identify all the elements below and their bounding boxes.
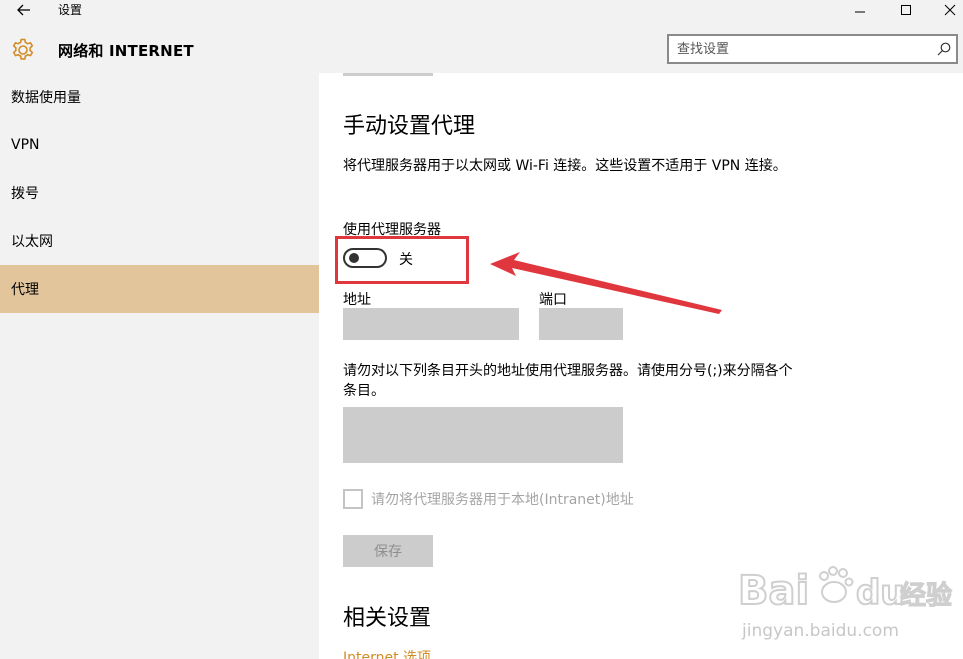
save-button[interactable]: 保存 bbox=[343, 535, 433, 567]
local-bypass-checkbox[interactable] bbox=[343, 489, 363, 509]
maximize-button[interactable] bbox=[886, 0, 926, 20]
sidebar: 数据使用量 VPN 拨号 以太网 代理 bbox=[0, 73, 319, 659]
sidebar-item-vpn[interactable]: VPN bbox=[0, 121, 319, 169]
close-button[interactable] bbox=[930, 0, 963, 20]
exceptions-description: 请勿对以下列条目开头的地址使用代理服务器。请使用分号(;)来分隔各个条目。 bbox=[343, 363, 793, 399]
watermark-brand: Bai bbox=[738, 568, 809, 614]
back-arrow-icon bbox=[17, 4, 30, 16]
watermark-product: 经验 bbox=[900, 581, 952, 611]
local-bypass-label: 请勿将代理服务器用于本地(Intranet)地址 bbox=[371, 492, 634, 508]
baidu-watermark-logo: Bai du 经验 jingyan.baidu.com bbox=[738, 566, 953, 641]
manual-proxy-heading: 手动设置代理 bbox=[343, 114, 476, 139]
close-icon bbox=[944, 4, 956, 16]
section-title: 网络和 INTERNET bbox=[58, 42, 194, 60]
search-icon[interactable] bbox=[936, 41, 952, 57]
proxy-description: 将代理服务器用于以太网或 Wi-Fi 连接。这些设置不适用于 VPN 连接。 bbox=[343, 158, 787, 174]
sidebar-item-label: 数据使用量 bbox=[11, 90, 81, 106]
search-box[interactable] bbox=[667, 34, 958, 64]
gear-icon bbox=[12, 38, 34, 60]
scrolled-button-edge bbox=[343, 73, 433, 76]
minimize-icon bbox=[855, 11, 865, 13]
internet-options-link[interactable]: Internet 选项 bbox=[343, 647, 431, 659]
annotation-arrow-icon bbox=[490, 252, 722, 314]
sidebar-item-label: 代理 bbox=[11, 282, 39, 298]
sidebar-item-dialup[interactable]: 拨号 bbox=[0, 169, 319, 217]
window-title: 设置 bbox=[58, 3, 83, 17]
address-label: 地址 bbox=[343, 292, 371, 308]
back-button[interactable] bbox=[14, 0, 34, 20]
maximize-icon bbox=[901, 5, 911, 15]
settings-header: 网络和 INTERNET bbox=[0, 20, 963, 73]
search-input[interactable] bbox=[677, 40, 927, 58]
sidebar-item-label: 拨号 bbox=[11, 186, 39, 202]
title-bar: 设置 bbox=[0, 0, 963, 20]
sidebar-item-label: 以太网 bbox=[11, 234, 53, 250]
minimize-button[interactable] bbox=[840, 0, 880, 20]
related-settings-heading: 相关设置 bbox=[343, 606, 432, 631]
sidebar-item-data-usage[interactable]: 数据使用量 bbox=[0, 73, 319, 121]
sidebar-item-ethernet[interactable]: 以太网 bbox=[0, 217, 319, 265]
watermark-url: jingyan.baidu.com bbox=[741, 621, 899, 641]
sidebar-item-proxy[interactable]: 代理 bbox=[0, 265, 319, 313]
watermark-brand-suffix: du bbox=[856, 573, 905, 613]
exceptions-field[interactable] bbox=[343, 407, 623, 463]
sidebar-item-label: VPN bbox=[11, 137, 40, 153]
annotation-highlight-box bbox=[335, 236, 469, 284]
